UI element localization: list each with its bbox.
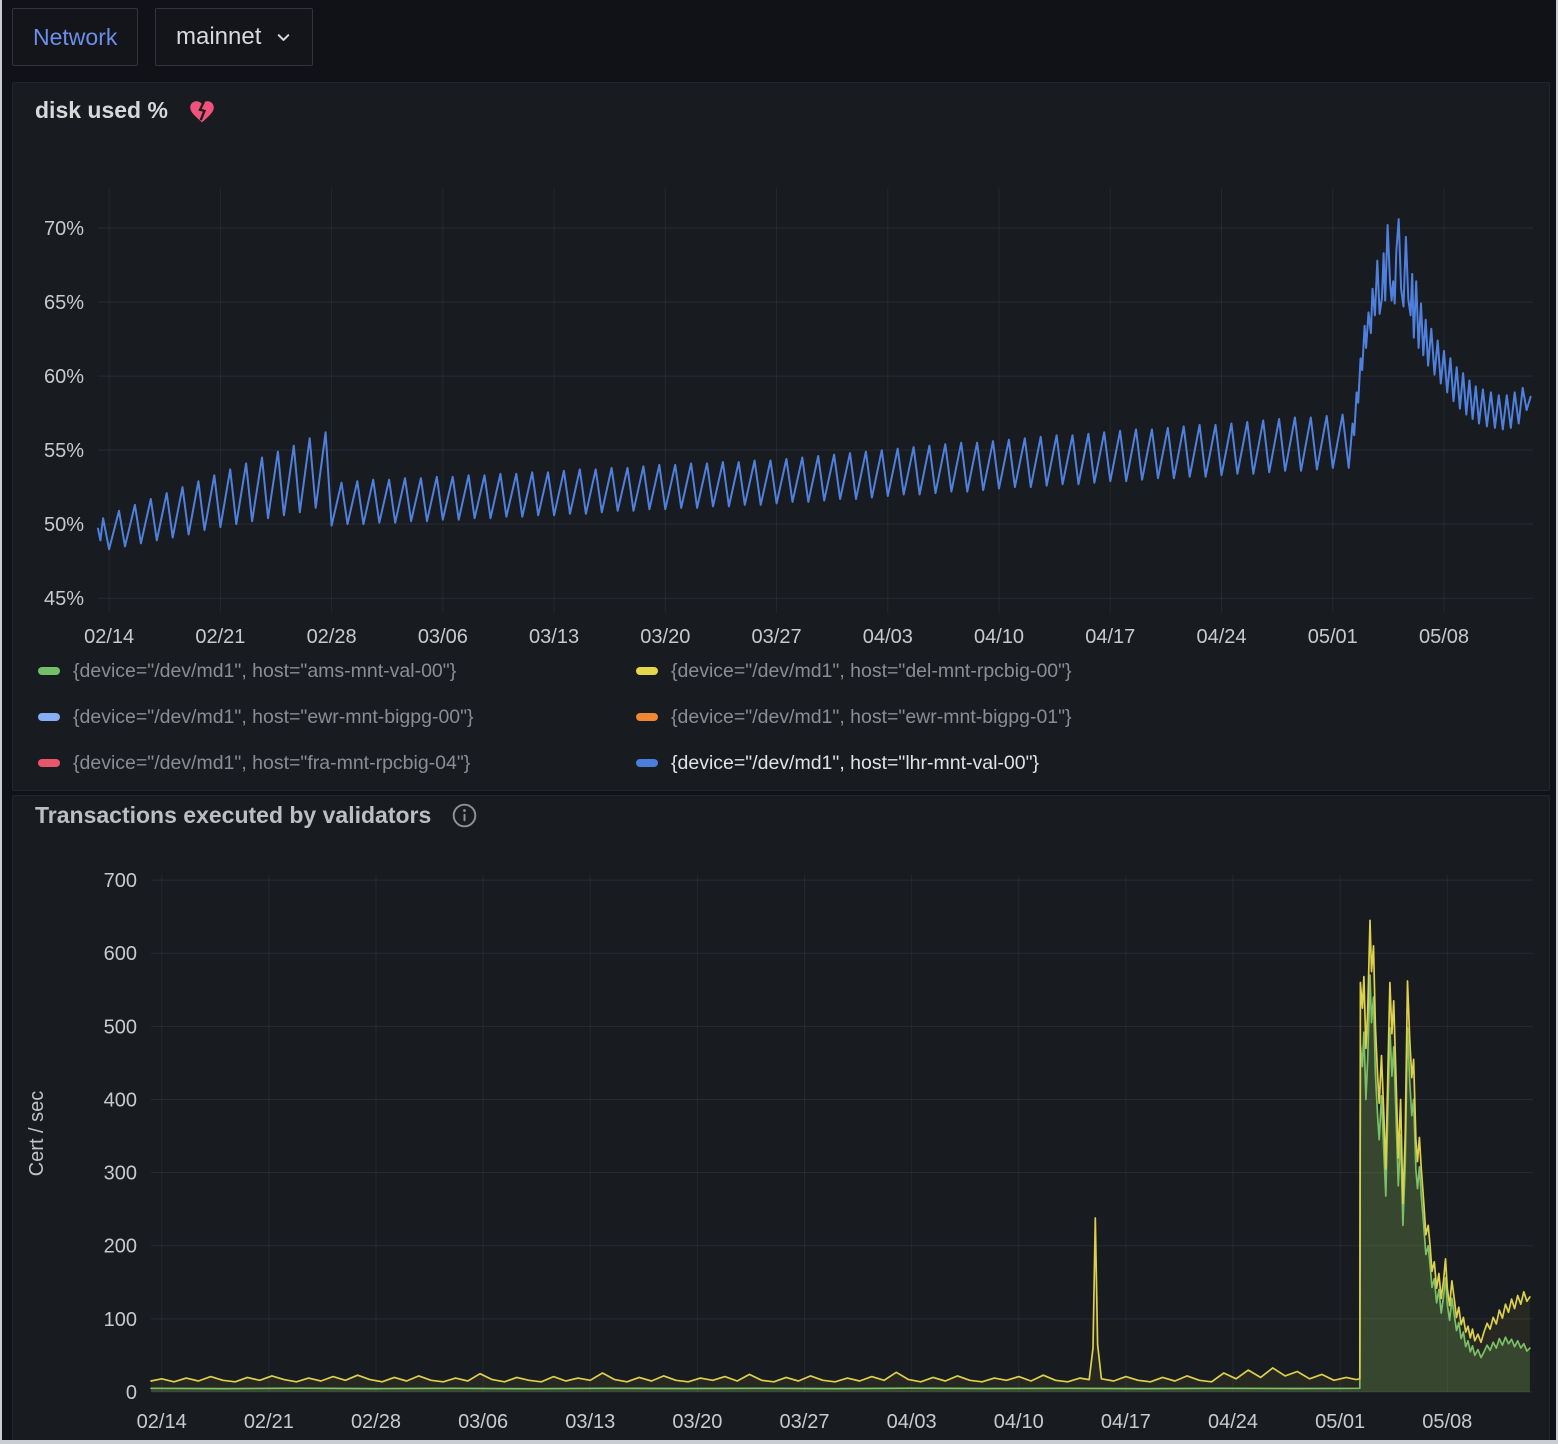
tx-yellow-line — [151, 920, 1530, 1382]
x-axis-tick-label: 02/28 — [307, 626, 357, 648]
variable-value-dropdown[interactable]: mainnet — [155, 8, 313, 66]
y-axis-tick-label: 500 — [104, 1016, 137, 1038]
x-axis-tick-label: 04/24 — [1208, 1411, 1258, 1433]
legend-swatch-icon — [636, 759, 658, 767]
x-axis-tick-label: 04/17 — [1085, 626, 1135, 648]
x-axis-tick-label: 04/17 — [1101, 1411, 1151, 1433]
panel-disk-header: disk used % — [35, 97, 216, 124]
info-icon[interactable] — [451, 802, 478, 829]
panel-disk-used: disk used % 02/14 02/21 02/28 03/06 03/13 03/… — [12, 82, 1550, 791]
x-axis-tick-label: 03/20 — [672, 1411, 722, 1433]
disk-used-chart[interactable]: 02/14 02/21 02/28 03/06 03/13 03/20 03/27 04/03… — [13, 168, 1551, 668]
x-axis-tick-label: 04/10 — [994, 1411, 1044, 1433]
y-axis-tick-label: 600 — [104, 943, 137, 965]
tx-yellow-area-fill — [151, 920, 1530, 1392]
legend-label[interactable]: {device="/dev/md1", host="fra-mnt-rpcbig… — [73, 752, 470, 775]
panel-tx-header: Transactions executed by validators — [35, 802, 478, 829]
x-axis-tick-label: 04/03 — [887, 1411, 937, 1433]
legend-label[interactable]: {device="/dev/md1", host="ams-mnt-val-00… — [73, 660, 456, 683]
variable-value[interactable]: mainnet — [176, 23, 261, 51]
x-axis-tick-label: 05/01 — [1315, 1411, 1365, 1433]
lhr-mnt-val-00-line — [98, 219, 1531, 549]
x-axis-tick-label: 02/21 — [195, 626, 245, 648]
x-axis-tick-label: 02/14 — [137, 1411, 187, 1433]
x-axis-tick-label: 05/08 — [1419, 626, 1469, 648]
legend-item-3[interactable]: {device="/dev/md1", host="ewr-mnt-bigpg-… — [636, 706, 1072, 729]
legend-label[interactable]: {device="/dev/md1", host="ewr-mnt-bigpg-… — [73, 706, 474, 729]
y-axis-tick-label: 45% — [44, 588, 84, 610]
variable-label-box: Network — [12, 8, 138, 66]
chevron-down-icon — [275, 29, 292, 46]
y-axis-tick-label: 400 — [104, 1089, 137, 1111]
legend-item-0[interactable]: {device="/dev/md1", host="ams-mnt-val-00… — [38, 660, 636, 683]
panel-transactions: Transactions executed by validators 02/1… — [12, 795, 1550, 1444]
panel-title-disk-used[interactable]: disk used % — [35, 97, 168, 124]
x-axis-tick-label: 03/13 — [529, 626, 579, 648]
legend-swatch-icon — [38, 713, 60, 721]
y-axis-tick-label: 700 — [104, 870, 137, 892]
x-axis-tick-label: 04/24 — [1196, 626, 1246, 648]
x-axis-tick-label: 03/13 — [565, 1411, 615, 1433]
y-axis-tick-label: 300 — [104, 1163, 137, 1185]
y-axis-label: Cert / sec — [26, 1091, 48, 1177]
legend-swatch-icon — [636, 713, 658, 721]
alert-heart-broken-icon — [188, 98, 216, 124]
legend-item-1[interactable]: {device="/dev/md1", host="del-mnt-rpcbig… — [636, 660, 1072, 683]
y-axis-tick-label: 100 — [104, 1309, 137, 1331]
legend-item-4[interactable]: {device="/dev/md1", host="fra-mnt-rpcbig… — [38, 752, 636, 775]
legend-item-5[interactable]: {device="/dev/md1", host="lhr-mnt-val-00… — [636, 752, 1072, 775]
legend-label[interactable]: {device="/dev/md1", host="ewr-mnt-bigpg-… — [671, 706, 1072, 729]
legend-swatch-icon — [38, 667, 60, 675]
disk-legend: {device="/dev/md1", host="ams-mnt-val-00… — [38, 648, 1072, 786]
variable-label: Network — [33, 24, 117, 51]
x-axis-tick-label: 03/06 — [458, 1411, 508, 1433]
legend-swatch-icon — [636, 667, 658, 675]
x-axis-tick-label: 03/27 — [752, 626, 802, 648]
tx-green-line — [151, 975, 1530, 1388]
y-axis-tick-label: 55% — [44, 440, 84, 462]
x-axis-tick-label: 04/10 — [974, 626, 1024, 648]
dashboard-topbar: Network mainnet — [2, 0, 1556, 78]
legend-swatch-icon — [38, 759, 60, 767]
x-axis-tick-label: 05/08 — [1422, 1411, 1472, 1433]
x-axis-tick-label: 05/01 — [1308, 626, 1358, 648]
y-axis-tick-label: 50% — [44, 514, 84, 536]
panel-title-transactions[interactable]: Transactions executed by validators — [35, 802, 431, 829]
x-axis-tick-label: 02/21 — [244, 1411, 294, 1433]
x-axis-tick-label: 03/20 — [640, 626, 690, 648]
y-axis-tick-label: 65% — [44, 292, 84, 314]
y-axis-tick-label: 0 — [126, 1382, 137, 1404]
legend-label[interactable]: {device="/dev/md1", host="del-mnt-rpcbig… — [671, 660, 1072, 683]
x-axis-tick-label: 03/06 — [418, 626, 468, 648]
y-axis-tick-label: 70% — [44, 218, 84, 240]
transactions-chart[interactable]: 02/14 02/21 02/28 03/06 03/13 03/20 03/27 04/03… — [13, 841, 1551, 1444]
x-axis-tick-label: 04/03 — [863, 626, 913, 648]
tx-green-area-fill — [151, 975, 1530, 1392]
legend-label[interactable]: {device="/dev/md1", host="lhr-mnt-val-00… — [671, 752, 1039, 775]
y-axis-tick-label: 200 — [104, 1236, 137, 1258]
x-axis-tick-label: 02/14 — [84, 626, 134, 648]
y-axis-tick-label: 60% — [44, 366, 84, 388]
dashboard-page: Network mainnet disk used % 02/1402/2102… — [0, 0, 1558, 1444]
x-axis-tick-label: 02/28 — [351, 1411, 401, 1433]
legend-item-2[interactable]: {device="/dev/md1", host="ewr-mnt-bigpg-… — [38, 706, 636, 729]
x-axis-tick-label: 03/27 — [779, 1411, 829, 1433]
